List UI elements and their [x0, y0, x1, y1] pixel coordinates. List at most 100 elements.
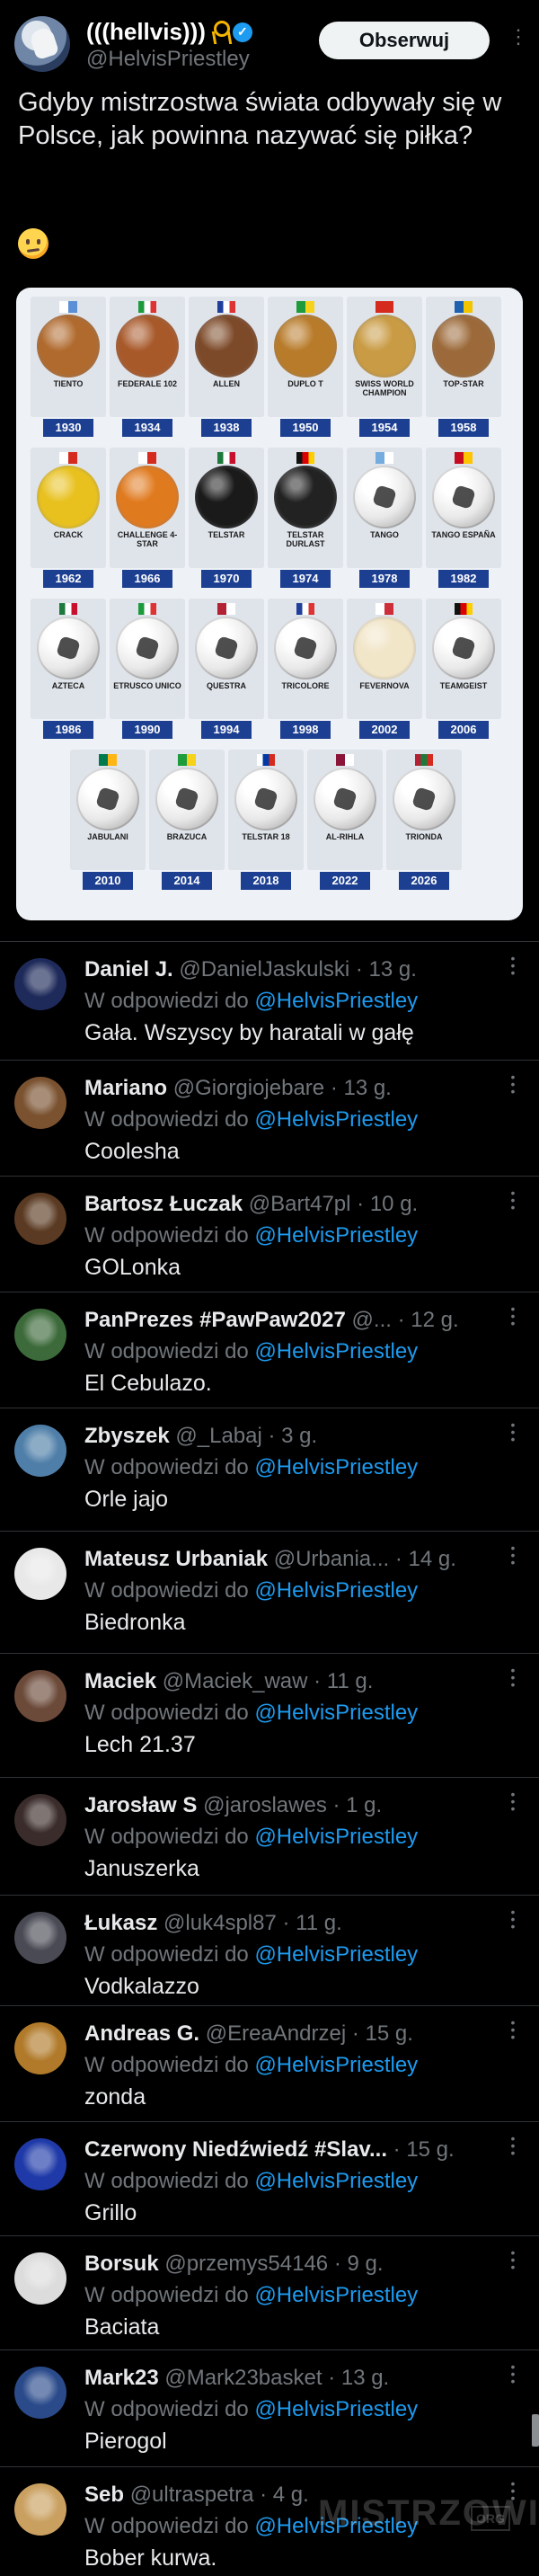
follow-button[interactable]: Obserwuj — [319, 22, 490, 59]
reply-author-name[interactable]: Andreas G. — [84, 2021, 199, 2046]
replying-to-link[interactable]: @HelvisPriestley — [254, 1701, 418, 1725]
reply-author-handle[interactable]: @Bart47pl — [249, 1192, 351, 1216]
reply-author-handle[interactable]: @ultraspetra — [130, 2483, 254, 2507]
replying-to-link[interactable]: @HelvisPriestley — [254, 1107, 418, 1132]
author-avatar[interactable] — [14, 16, 70, 72]
face-avatar[interactable] — [14, 1193, 66, 1245]
landscape-avatar[interactable] — [14, 1425, 66, 1477]
reply-item[interactable]: Borsuk @przemys54146 · 9 g. W odpowiedzi … — [0, 2235, 539, 2349]
reply-timestamp[interactable]: · 13 g. — [328, 2366, 389, 2390]
reply-item[interactable]: Mariano @Giorgiojebare · 13 g. W odpowied… — [0, 1060, 539, 1176]
reply-author-name[interactable]: Maciek — [84, 1669, 156, 1693]
replying-to-link[interactable]: @HelvisPriestley — [254, 1339, 418, 1364]
reply-author-handle[interactable]: @_Labaj — [175, 1424, 261, 1448]
reply-item[interactable]: Daniel J. @DanielJaskulski · 13 g. W odpo… — [0, 941, 539, 1060]
face-avatar[interactable] — [14, 1670, 66, 1722]
reply-author-handle[interactable]: @DanielJaskulski — [179, 957, 349, 982]
reply-timestamp[interactable]: · 15 g. — [352, 2021, 413, 2046]
more-options-icon[interactable]: • • • — [508, 1302, 517, 1329]
reply-author-name[interactable]: Zbyszek — [84, 1424, 170, 1448]
reply-author-name[interactable]: Jarosław S — [84, 1793, 197, 1817]
replying-to-link[interactable]: @HelvisPriestley — [254, 2283, 418, 2307]
reply-item[interactable]: Maciek @Maciek_waw · 11 g. W odpowiedzi d… — [0, 1653, 539, 1777]
face-avatar[interactable] — [14, 2483, 66, 2536]
badger-avatar[interactable] — [14, 2252, 66, 2305]
face-avatar[interactable] — [14, 1794, 66, 1846]
reply-item[interactable]: Czerwony Niedźwiedź #Slav... · 15 g. W od… — [0, 2121, 539, 2235]
reply-timestamp[interactable]: · 10 g. — [357, 1192, 418, 1216]
reply-author-handle[interactable]: @Maciek_waw — [163, 1669, 308, 1693]
replying-to-link[interactable]: @HelvisPriestley — [254, 989, 418, 1013]
more-options-icon[interactable]: • • • — [508, 1418, 517, 1445]
replying-to-link[interactable]: @HelvisPriestley — [254, 2397, 418, 2421]
reply-author-name[interactable]: Łukasz — [84, 1911, 157, 1935]
scrollbar-thumb[interactable] — [532, 2414, 539, 2447]
reply-timestamp[interactable]: · 14 g. — [395, 1547, 456, 1571]
eu-flag-avatar[interactable] — [14, 2138, 66, 2190]
reply-author-handle[interactable]: @Mark23basket — [164, 2366, 322, 2390]
reply-timestamp[interactable]: · 3 g. — [269, 1424, 318, 1448]
reply-item[interactable]: PanPrezes #PawPaw2027 @... · 12 g. W odpo… — [0, 1292, 539, 1408]
reply-author-handle[interactable]: @EreaAndrzej — [206, 2021, 346, 2046]
reply-timestamp[interactable]: · 13 g. — [331, 1076, 392, 1100]
reply-timestamp[interactable]: · 1 g. — [333, 1793, 383, 1817]
replying-to-link[interactable]: @HelvisPriestley — [254, 1455, 418, 1479]
replying-to-link[interactable]: @HelvisPriestley — [254, 2053, 418, 2077]
reply-timestamp[interactable]: · 13 g. — [356, 957, 417, 982]
reply-item[interactable]: Łukasz @luk4spl87 · 11 g. W odpowiedzi do… — [0, 1895, 539, 2005]
reply-author-handle[interactable]: @jaroslawes — [203, 1793, 327, 1817]
replying-to-link[interactable]: @HelvisPriestley — [254, 1942, 418, 1967]
more-options-icon[interactable]: • • • — [508, 1788, 517, 1815]
space-avatar[interactable] — [14, 958, 66, 1010]
more-options-icon[interactable]: • • • — [508, 2132, 517, 2159]
more-options-icon[interactable]: ⋮ — [508, 27, 529, 47]
more-options-icon[interactable]: • • • — [508, 1070, 517, 1097]
more-options-icon[interactable]: • • • — [508, 2016, 517, 2043]
more-options-icon[interactable]: • • • — [508, 2246, 517, 2273]
reply-item[interactable]: Mark23 @Mark23basket · 13 g. W odpowiedzi… — [0, 2349, 539, 2466]
reply-item[interactable]: Bartosz Łuczak @Bart47pl · 10 g. W odpowi… — [0, 1176, 539, 1292]
face-avatar[interactable] — [14, 1309, 66, 1361]
reply-author-name[interactable]: Daniel J. — [84, 957, 173, 982]
replying-to-link[interactable]: @HelvisPriestley — [254, 1223, 418, 1248]
replying-to-link[interactable]: @HelvisPriestley — [254, 1825, 418, 1849]
reply-item[interactable]: Mateusz Urbaniak @Urbania... · 14 g. W od… — [0, 1531, 539, 1653]
reply-author-name[interactable]: Borsuk — [84, 2252, 159, 2276]
reply-author-name[interactable]: Czerwony Niedźwiedź #Slav... — [84, 2137, 387, 2162]
reply-author-name[interactable]: Mateusz Urbaniak — [84, 1547, 268, 1571]
more-options-icon[interactable]: • • • — [508, 1664, 517, 1691]
reply-author-name[interactable]: Seb — [84, 2483, 124, 2507]
icon-avatar[interactable] — [14, 2022, 66, 2074]
reply-author-handle[interactable]: @... — [352, 1308, 392, 1332]
replying-to-link[interactable]: @HelvisPriestley — [254, 1578, 418, 1603]
reply-timestamp[interactable]: · 9 g. — [334, 2252, 384, 2276]
reply-author-name[interactable]: Mariano — [84, 1076, 167, 1100]
reply-timestamp[interactable]: · 12 g. — [398, 1308, 459, 1332]
reply-item[interactable]: Zbyszek @_Labaj · 3 g. W odpowiedzi do @H… — [0, 1408, 539, 1531]
more-options-icon[interactable]: • • • — [508, 952, 517, 979]
reply-timestamp[interactable]: · 4 g. — [260, 2483, 309, 2507]
reply-timestamp[interactable]: · 15 g. — [393, 2137, 455, 2162]
more-options-icon[interactable]: • • • — [508, 2360, 517, 2387]
sketch-avatar[interactable] — [14, 1548, 66, 1600]
face-avatar[interactable] — [14, 1912, 66, 1964]
reply-author-name[interactable]: Bartosz Łuczak — [84, 1192, 243, 1216]
photo-avatar[interactable] — [14, 1077, 66, 1129]
reply-author-handle[interactable]: @Urbania... — [274, 1547, 389, 1571]
reply-author-handle[interactable]: @przemys54146 — [164, 2252, 328, 2276]
reply-author-name[interactable]: PanPrezes #PawPaw2027 — [84, 1308, 346, 1332]
reply-author-handle[interactable]: @luk4spl87 — [163, 1911, 277, 1935]
icon-avatar[interactable] — [14, 2367, 66, 2419]
more-options-icon[interactable]: • • • — [508, 1905, 517, 1932]
reply-timestamp[interactable]: · 11 g. — [282, 1911, 341, 1935]
reply-item[interactable]: Jarosław S @jaroslawes · 1 g. W odpowiedz… — [0, 1777, 539, 1895]
reply-item[interactable]: Andreas G. @EreaAndrzej · 15 g. W odpowie… — [0, 2005, 539, 2121]
reply-author-name[interactable]: Mark23 — [84, 2366, 159, 2390]
world-cup-balls-image[interactable]: TIENTO 1930 FEDERALE 102 1934 ALLEN 1938 DUPLO… — [16, 288, 523, 920]
author-display-name[interactable]: (((hellvis))) — [86, 18, 206, 46]
author-handle[interactable]: @HelvisPriestley — [86, 47, 250, 72]
reply-timestamp[interactable]: · 11 g. — [314, 1669, 373, 1693]
reply-author-handle[interactable]: @Giorgiojebare — [173, 1076, 324, 1100]
more-options-icon[interactable]: • • • — [508, 1186, 517, 1213]
more-options-icon[interactable]: • • • — [508, 1541, 517, 1568]
